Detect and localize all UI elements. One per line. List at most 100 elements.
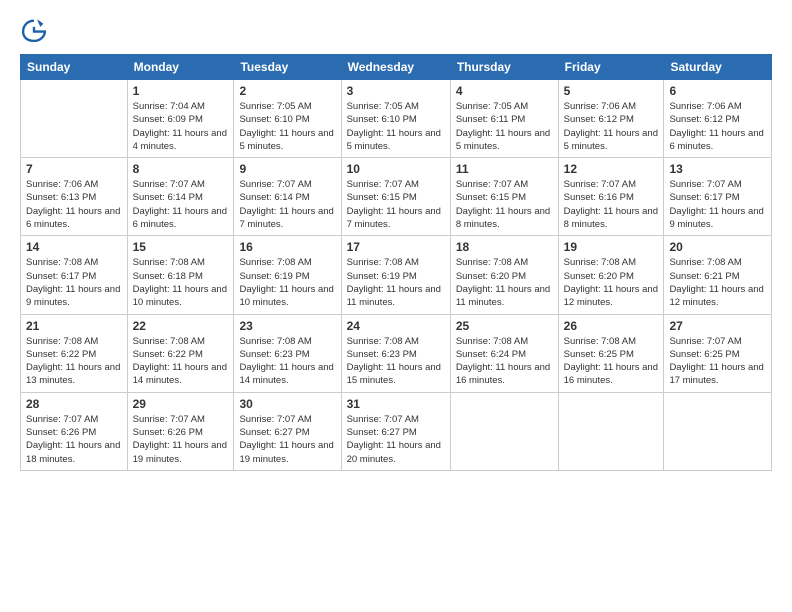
cell-date: 5 [564,84,659,98]
week-row-5: 28 Sunrise: 7:07 AMSunset: 6:26 PMDayligh… [21,392,772,470]
cell-date: 11 [456,162,553,176]
day-header-tuesday: Tuesday [234,55,341,80]
cell-date: 6 [669,84,766,98]
week-row-2: 7 Sunrise: 7:06 AMSunset: 6:13 PMDaylight… [21,158,772,236]
day-header-wednesday: Wednesday [341,55,450,80]
cell-date: 10 [347,162,445,176]
cell-info: Sunrise: 7:06 AMSunset: 6:13 PMDaylight:… [26,178,122,231]
cell-date: 20 [669,240,766,254]
cell-info: Sunrise: 7:08 AMSunset: 6:25 PMDaylight:… [564,335,659,388]
day-header-monday: Monday [127,55,234,80]
calendar-cell: 17 Sunrise: 7:08 AMSunset: 6:19 PMDayligh… [341,236,450,314]
cell-date: 29 [133,397,229,411]
logo [20,16,52,44]
cell-info: Sunrise: 7:07 AMSunset: 6:26 PMDaylight:… [26,413,122,466]
calendar-cell: 28 Sunrise: 7:07 AMSunset: 6:26 PMDayligh… [21,392,128,470]
calendar-header-row: SundayMondayTuesdayWednesdayThursdayFrid… [21,55,772,80]
calendar-cell: 6 Sunrise: 7:06 AMSunset: 6:12 PMDaylight… [664,80,772,158]
cell-info: Sunrise: 7:07 AMSunset: 6:15 PMDaylight:… [347,178,445,231]
calendar-cell [450,392,558,470]
cell-date: 16 [239,240,335,254]
cell-date: 18 [456,240,553,254]
cell-date: 31 [347,397,445,411]
cell-date: 3 [347,84,445,98]
cell-info: Sunrise: 7:08 AMSunset: 6:23 PMDaylight:… [239,335,335,388]
cell-info: Sunrise: 7:07 AMSunset: 6:17 PMDaylight:… [669,178,766,231]
calendar-cell: 2Sunrise: 7:05 AMSunset: 6:10 PMDaylight… [234,80,341,158]
calendar-cell: 26 Sunrise: 7:08 AMSunset: 6:25 PMDayligh… [558,314,664,392]
calendar-cell: 16 Sunrise: 7:08 AMSunset: 6:19 PMDayligh… [234,236,341,314]
cell-info: Sunrise: 7:07 AMSunset: 6:14 PMDaylight:… [239,178,335,231]
calendar-cell [664,392,772,470]
day-header-thursday: Thursday [450,55,558,80]
cell-date: 13 [669,162,766,176]
cell-info: Sunrise: 7:08 AMSunset: 6:20 PMDaylight:… [564,256,659,309]
cell-info: Sunrise: 7:08 AMSunset: 6:22 PMDaylight:… [26,335,122,388]
cell-info: Sunrise: 7:06 AMSunset: 6:12 PMDaylight:… [564,100,659,153]
cell-date: 1 [133,84,229,98]
calendar-cell [558,392,664,470]
cell-date: 30 [239,397,335,411]
calendar-table: SundayMondayTuesdayWednesdayThursdayFrid… [20,54,772,471]
calendar-cell: 5 Sunrise: 7:06 AMSunset: 6:12 PMDaylight… [558,80,664,158]
calendar-cell: 8Sunrise: 7:07 AMSunset: 6:14 PMDaylight… [127,158,234,236]
calendar-cell: 4Sunrise: 7:05 AMSunset: 6:11 PMDaylight… [450,80,558,158]
cell-date: 8 [133,162,229,176]
cell-date: 24 [347,319,445,333]
calendar-cell: 20 Sunrise: 7:08 AMSunset: 6:21 PMDayligh… [664,236,772,314]
cell-info: Sunrise: 7:07 AMSunset: 6:25 PMDaylight:… [669,335,766,388]
calendar-cell: 15 Sunrise: 7:08 AMSunset: 6:18 PMDayligh… [127,236,234,314]
day-header-saturday: Saturday [664,55,772,80]
calendar-cell: 10 Sunrise: 7:07 AMSunset: 6:15 PMDayligh… [341,158,450,236]
cell-date: 9 [239,162,335,176]
cell-info: Sunrise: 7:08 AMSunset: 6:18 PMDaylight:… [133,256,229,309]
cell-info: Sunrise: 7:08 AMSunset: 6:19 PMDaylight:… [347,256,445,309]
calendar-cell: 30Sunrise: 7:07 AMSunset: 6:27 PMDayligh… [234,392,341,470]
calendar-cell: 31 Sunrise: 7:07 AMSunset: 6:27 PMDayligh… [341,392,450,470]
calendar-cell: 11Sunrise: 7:07 AMSunset: 6:15 PMDayligh… [450,158,558,236]
calendar-cell: 25Sunrise: 7:08 AMSunset: 6:24 PMDayligh… [450,314,558,392]
calendar-cell: 29 Sunrise: 7:07 AMSunset: 6:26 PMDayligh… [127,392,234,470]
cell-info: Sunrise: 7:08 AMSunset: 6:21 PMDaylight:… [669,256,766,309]
calendar-cell: 1 Sunrise: 7:04 AMSunset: 6:09 PMDaylight… [127,80,234,158]
cell-date: 19 [564,240,659,254]
cell-info: Sunrise: 7:08 AMSunset: 6:17 PMDaylight:… [26,256,122,309]
calendar-cell [21,80,128,158]
cell-info: Sunrise: 7:04 AMSunset: 6:09 PMDaylight:… [133,100,229,153]
calendar-cell: 23 Sunrise: 7:08 AMSunset: 6:23 PMDayligh… [234,314,341,392]
calendar-cell: 22Sunrise: 7:08 AMSunset: 6:22 PMDayligh… [127,314,234,392]
cell-date: 23 [239,319,335,333]
cell-date: 26 [564,319,659,333]
cell-date: 28 [26,397,122,411]
cell-info: Sunrise: 7:07 AMSunset: 6:27 PMDaylight:… [347,413,445,466]
page: SundayMondayTuesdayWednesdayThursdayFrid… [0,0,792,612]
cell-date: 27 [669,319,766,333]
calendar-cell: 24 Sunrise: 7:08 AMSunset: 6:23 PMDayligh… [341,314,450,392]
calendar-cell: 3Sunrise: 7:05 AMSunset: 6:10 PMDaylight… [341,80,450,158]
week-row-3: 14Sunrise: 7:08 AMSunset: 6:17 PMDayligh… [21,236,772,314]
calendar-cell: 12Sunrise: 7:07 AMSunset: 6:16 PMDayligh… [558,158,664,236]
cell-date: 17 [347,240,445,254]
day-header-sunday: Sunday [21,55,128,80]
cell-date: 15 [133,240,229,254]
cell-info: Sunrise: 7:08 AMSunset: 6:19 PMDaylight:… [239,256,335,309]
calendar-cell: 7 Sunrise: 7:06 AMSunset: 6:13 PMDaylight… [21,158,128,236]
calendar-cell: 14Sunrise: 7:08 AMSunset: 6:17 PMDayligh… [21,236,128,314]
calendar-cell: 9 Sunrise: 7:07 AMSunset: 6:14 PMDaylight… [234,158,341,236]
week-row-1: 1 Sunrise: 7:04 AMSunset: 6:09 PMDaylight… [21,80,772,158]
cell-date: 7 [26,162,122,176]
cell-date: 21 [26,319,122,333]
cell-info: Sunrise: 7:07 AMSunset: 6:26 PMDaylight:… [133,413,229,466]
day-header-friday: Friday [558,55,664,80]
calendar-cell: 21 Sunrise: 7:08 AMSunset: 6:22 PMDayligh… [21,314,128,392]
calendar-cell: 13 Sunrise: 7:07 AMSunset: 6:17 PMDayligh… [664,158,772,236]
cell-info: Sunrise: 7:08 AMSunset: 6:23 PMDaylight:… [347,335,445,388]
week-row-4: 21 Sunrise: 7:08 AMSunset: 6:22 PMDayligh… [21,314,772,392]
header [20,16,772,44]
calendar-cell: 27 Sunrise: 7:07 AMSunset: 6:25 PMDayligh… [664,314,772,392]
calendar-cell: 19 Sunrise: 7:08 AMSunset: 6:20 PMDayligh… [558,236,664,314]
calendar-cell: 18Sunrise: 7:08 AMSunset: 6:20 PMDayligh… [450,236,558,314]
cell-info: Sunrise: 7:06 AMSunset: 6:12 PMDaylight:… [669,100,766,153]
cell-info: Sunrise: 7:05 AMSunset: 6:10 PMDaylight:… [239,100,335,153]
cell-info: Sunrise: 7:05 AMSunset: 6:11 PMDaylight:… [456,100,553,153]
